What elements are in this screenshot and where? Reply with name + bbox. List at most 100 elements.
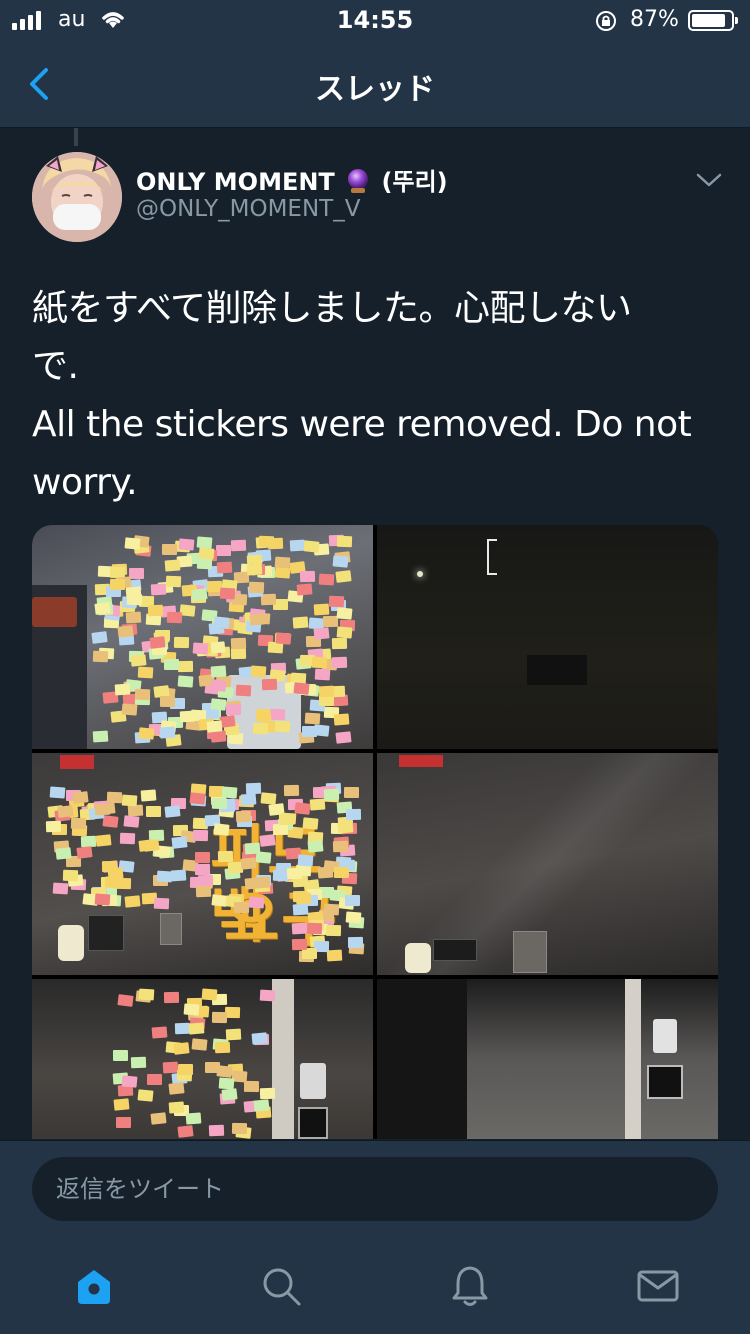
sticky-note — [293, 682, 310, 695]
sticky-note — [129, 568, 145, 580]
avatar[interactable] — [32, 152, 122, 242]
media-photo-feedback-notes[interactable]: 피드백 요구 — [32, 753, 373, 975]
sticky-note — [164, 992, 180, 1004]
dark-doorway — [377, 979, 467, 1139]
author-handle[interactable]: @ONLY_MOMENT_V — [136, 196, 360, 222]
reply-input[interactable] — [32, 1157, 718, 1221]
media-photo-wall-dark[interactable] — [377, 525, 718, 749]
sticky-note — [226, 703, 242, 715]
sticky-note — [314, 668, 330, 681]
sticky-note — [307, 840, 324, 853]
chevron-down-icon — [696, 173, 722, 187]
sticky-note — [117, 624, 134, 638]
sticky-note — [62, 869, 79, 881]
sticky-note — [140, 789, 156, 802]
sticky-note — [249, 582, 265, 594]
author-name[interactable]: ONLY MOMENT (뚜리) — [136, 162, 448, 197]
sticky-note — [274, 556, 290, 569]
sticky-note — [197, 874, 214, 886]
sticky-note — [287, 867, 303, 880]
more-options-button[interactable] — [692, 168, 726, 192]
crystal-ball-icon — [348, 169, 369, 193]
tab-messages[interactable] — [634, 1262, 682, 1310]
sticky-note — [240, 793, 257, 806]
tweet-media-grid[interactable]: 피드백 요구 — [32, 525, 718, 1139]
sticky-note — [233, 901, 249, 914]
tweet-text: 紙をすべて削除しました。心配しない で. All the stickers we… — [32, 280, 722, 512]
sticky-note — [217, 850, 233, 863]
sticky-note — [159, 726, 176, 739]
sticky-note — [121, 1075, 138, 1088]
door-frame — [272, 979, 294, 1139]
keypad — [647, 1065, 683, 1099]
sticky-note — [162, 1061, 179, 1074]
media-photo-feedback-clean[interactable] — [377, 753, 718, 975]
sticky-note — [112, 1049, 128, 1061]
sticky-note — [172, 1042, 190, 1055]
sticky-note — [55, 846, 72, 860]
sticky-note — [283, 784, 300, 797]
intercom — [653, 1019, 677, 1053]
sticky-note — [76, 845, 94, 859]
sticky-note — [331, 637, 348, 650]
sticky-note — [232, 1123, 248, 1135]
sticky-note — [303, 540, 320, 553]
media-photo-doorway-notes[interactable] — [32, 979, 373, 1139]
sticky-note — [70, 818, 87, 830]
sticky-note — [93, 650, 109, 662]
sticky-note — [183, 1003, 200, 1016]
sticky-note — [212, 797, 228, 809]
sticky-note — [138, 726, 155, 740]
sticky-note — [209, 641, 226, 654]
sticky-note — [94, 602, 111, 615]
sticky-note — [304, 712, 320, 725]
tweet-text-line: 紙をすべて削除しました。心配しない — [32, 288, 632, 329]
sticky-note — [345, 894, 361, 906]
sticky-note — [94, 893, 110, 906]
sticky-note — [230, 637, 246, 650]
sticky-note — [210, 698, 227, 711]
sticky-note — [80, 835, 96, 848]
sticky-note — [142, 838, 160, 852]
sticky-note — [325, 924, 341, 937]
media-photo-doorway-clean[interactable] — [377, 979, 718, 1139]
sticky-note — [311, 656, 328, 668]
sticky-note — [240, 857, 257, 870]
sticky-note — [177, 675, 194, 688]
sticky-note — [164, 559, 181, 572]
sticky-note — [299, 570, 315, 582]
sticky-note — [164, 658, 180, 670]
sticky-note — [252, 722, 269, 735]
bell-icon — [452, 1266, 488, 1306]
sticky-note — [188, 1022, 204, 1035]
switch-plate — [513, 931, 547, 973]
reply-bar — [0, 1140, 750, 1240]
tab-home[interactable] — [70, 1262, 118, 1310]
sticky-note — [302, 817, 319, 830]
tab-notifications[interactable] — [446, 1262, 494, 1310]
tweet-text-line: worry. — [32, 462, 138, 503]
sticky-note — [337, 821, 354, 835]
fire-sign — [60, 755, 94, 769]
nameplate — [433, 939, 477, 961]
sticky-note — [275, 720, 291, 733]
sticky-note — [91, 631, 108, 645]
media-photo-wall-notes[interactable] — [32, 525, 373, 749]
sticky-note — [248, 896, 265, 909]
sticky-note — [151, 1026, 168, 1039]
sticky-note — [332, 656, 348, 669]
battery-icon — [688, 10, 738, 31]
sticky-note — [153, 897, 170, 910]
sticky-note — [255, 851, 272, 864]
battery-percent: 87% — [630, 7, 679, 32]
sticky-note — [178, 538, 195, 551]
tab-search[interactable] — [257, 1262, 305, 1310]
sticky-note — [251, 1032, 268, 1046]
sticky-note — [160, 695, 176, 708]
sticky-note — [168, 1081, 185, 1095]
sticky-note — [168, 1101, 185, 1114]
sticky-note — [235, 684, 252, 697]
sticky-note — [298, 854, 314, 867]
sticky-note — [150, 583, 166, 596]
sticky-note — [137, 666, 154, 678]
